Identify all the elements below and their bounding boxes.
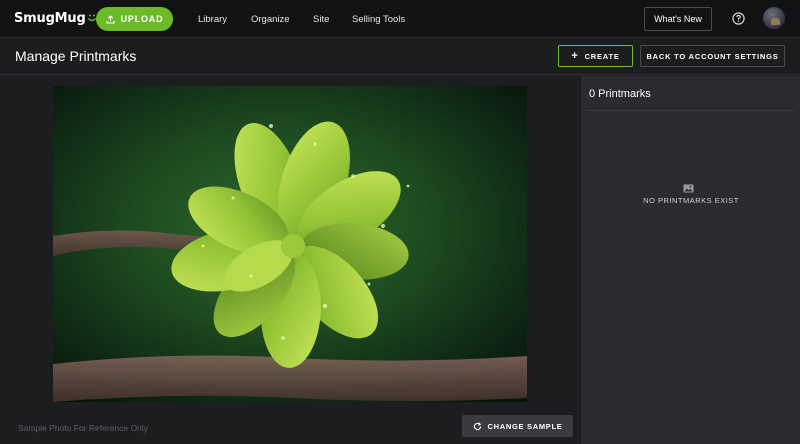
empty-state-message: NO PRINTMARKS EXIST bbox=[643, 196, 739, 205]
whats-new-button[interactable]: What's New bbox=[644, 7, 712, 31]
page-title: Manage Printmarks bbox=[15, 48, 137, 64]
plus-icon: + bbox=[571, 50, 579, 62]
nav-library[interactable]: Library bbox=[198, 14, 227, 25]
printmarks-panel: 0 Printmarks NO PRINTMARKS EXIST bbox=[580, 76, 800, 444]
upload-button[interactable]: UPLOAD bbox=[96, 7, 173, 31]
user-avatar[interactable] bbox=[763, 7, 785, 29]
sample-photo bbox=[53, 86, 527, 402]
back-to-account-settings-button[interactable]: BACK TO ACCOUNT SETTINGS bbox=[640, 45, 785, 67]
top-navigation-bar: SmugMug UPLOAD Library Organize Site Sel… bbox=[0, 0, 800, 38]
question-circle-icon[interactable] bbox=[732, 12, 745, 25]
nav-organize[interactable]: Organize bbox=[251, 14, 290, 25]
change-sample-button[interactable]: CHANGE SAMPLE bbox=[462, 415, 573, 437]
create-label: CREATE bbox=[584, 51, 620, 61]
printmarks-count: 0 Printmarks bbox=[589, 88, 651, 100]
sample-photo-note: Sample Photo For Reference Only bbox=[18, 423, 148, 433]
refresh-icon bbox=[473, 421, 481, 430]
create-button[interactable]: + CREATE bbox=[558, 45, 633, 67]
panel-divider bbox=[586, 110, 794, 111]
nav-site[interactable]: Site bbox=[313, 14, 329, 25]
change-sample-label: CHANGE SAMPLE bbox=[487, 421, 563, 431]
logo-text: SmugMug bbox=[14, 11, 86, 26]
smugmug-logo[interactable]: SmugMug bbox=[14, 11, 97, 26]
image-icon bbox=[683, 184, 694, 193]
nav-selling-tools[interactable]: Selling Tools bbox=[352, 14, 405, 25]
upload-icon bbox=[106, 14, 115, 24]
upload-label: UPLOAD bbox=[120, 14, 164, 24]
